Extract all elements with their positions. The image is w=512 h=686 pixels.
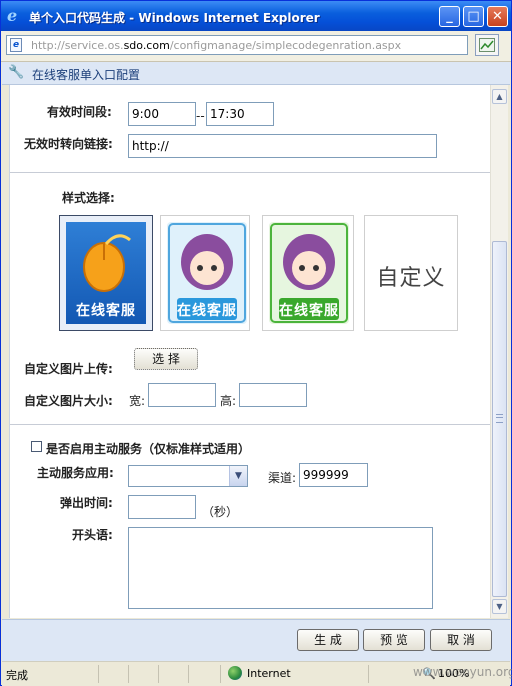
- invalid-link-input[interactable]: http://: [128, 134, 437, 158]
- status-text: 完成: [6, 669, 28, 682]
- browser-window: e 单个入口代码生成 - Windows Internet Explorer _…: [0, 0, 512, 686]
- chart-icon: [479, 38, 495, 52]
- style-caption: 在线客服: [279, 303, 339, 319]
- chevron-down-icon: ▼: [229, 466, 247, 486]
- style-caption: 在线客服: [177, 303, 237, 319]
- close-button[interactable]: ✕: [487, 6, 508, 27]
- page-header: 🔧 在线客服单入口配置: [2, 62, 510, 85]
- greeting-textarea[interactable]: [128, 527, 433, 609]
- wrench-icon: 🔧: [8, 65, 25, 80]
- service-app-select[interactable]: ▼: [128, 465, 248, 487]
- channel-label: 渠道:: [268, 471, 297, 485]
- height-input[interactable]: [239, 383, 307, 407]
- form-content: 有效时间段: 9:00 -- 17:30 无效时转向链接: http:// 样式…: [9, 85, 490, 618]
- scroll-down-button[interactable]: ▼: [492, 599, 507, 614]
- page-title: 在线客服单入口配置: [32, 68, 141, 82]
- style-option-custom[interactable]: 自定义: [364, 215, 458, 331]
- choose-file-button[interactable]: 选 择: [134, 348, 198, 370]
- maximize-button[interactable]: □: [463, 6, 484, 27]
- divider: [128, 665, 129, 683]
- grip-icon: [496, 414, 503, 423]
- service-app-label: 主动服务应用:: [37, 466, 114, 480]
- divider: [98, 665, 99, 683]
- style-option-mouse[interactable]: 在线客服: [59, 215, 153, 331]
- generate-button[interactable]: 生 成: [297, 629, 359, 651]
- page-icon: e: [10, 38, 22, 52]
- divider: [158, 665, 159, 683]
- time-range-label: 有效时间段:: [47, 105, 112, 119]
- popup-unit: （秒）: [202, 505, 239, 519]
- divider: [10, 172, 490, 173]
- watermark: www.wooyun.org: [413, 665, 512, 679]
- style-option-girl-green[interactable]: 在线客服: [262, 215, 354, 331]
- divider: [368, 665, 369, 683]
- zone-text: Internet: [247, 667, 291, 680]
- invalid-link-label: 无效时转向链接:: [24, 137, 113, 151]
- globe-icon: [228, 666, 242, 680]
- url-text: http://service.os.sdo.com/configmanage/s…: [31, 39, 402, 52]
- popup-time-label: 弹出时间:: [60, 496, 113, 510]
- internet-explorer-icon: e: [7, 6, 18, 25]
- divider: [220, 665, 221, 683]
- scroll-up-button[interactable]: ▲: [492, 89, 507, 104]
- minimize-button[interactable]: _: [439, 6, 460, 27]
- dialog-footer: 生 成 预 览 取 消: [2, 619, 510, 662]
- greeting-label: 开头语:: [72, 528, 113, 542]
- popup-time-input[interactable]: [128, 495, 196, 519]
- cancel-button[interactable]: 取 消: [430, 629, 492, 651]
- time-start-input[interactable]: 9:00: [128, 102, 196, 126]
- address-bar: e http://service.os.sdo.com/configmanage…: [1, 31, 511, 62]
- height-label: 高:: [220, 394, 237, 408]
- vertical-scrollbar[interactable]: ▲ ▼: [490, 85, 508, 618]
- style-label: 样式选择:: [62, 191, 115, 205]
- width-input[interactable]: [148, 383, 216, 407]
- image-size-label: 自定义图片大小:: [24, 394, 113, 408]
- custom-style-label: 自定义: [376, 266, 446, 291]
- time-separator: --: [196, 109, 205, 123]
- scroll-thumb[interactable]: [492, 241, 507, 597]
- width-label: 宽:: [129, 394, 146, 408]
- divider: [10, 424, 490, 425]
- title-bar[interactable]: e 单个入口代码生成 - Windows Internet Explorer _…: [1, 1, 511, 31]
- style-option-girl-blue[interactable]: 在线客服: [160, 215, 250, 331]
- active-service-label: 是否启用主动服务（仅标准样式适用）: [46, 442, 251, 456]
- divider: [188, 665, 189, 683]
- url-field[interactable]: e http://service.os.sdo.com/configmanage…: [6, 35, 468, 55]
- window-title: 单个入口代码生成 - Windows Internet Explorer: [29, 11, 320, 25]
- style-caption: 在线客服: [76, 303, 136, 319]
- upload-label: 自定义图片上传:: [24, 362, 113, 376]
- preview-button[interactable]: 预 览: [363, 629, 425, 651]
- feed-button[interactable]: [475, 34, 499, 56]
- time-end-input[interactable]: 17:30: [206, 102, 274, 126]
- active-service-checkbox[interactable]: [31, 441, 42, 452]
- channel-input[interactable]: 999999: [299, 463, 368, 487]
